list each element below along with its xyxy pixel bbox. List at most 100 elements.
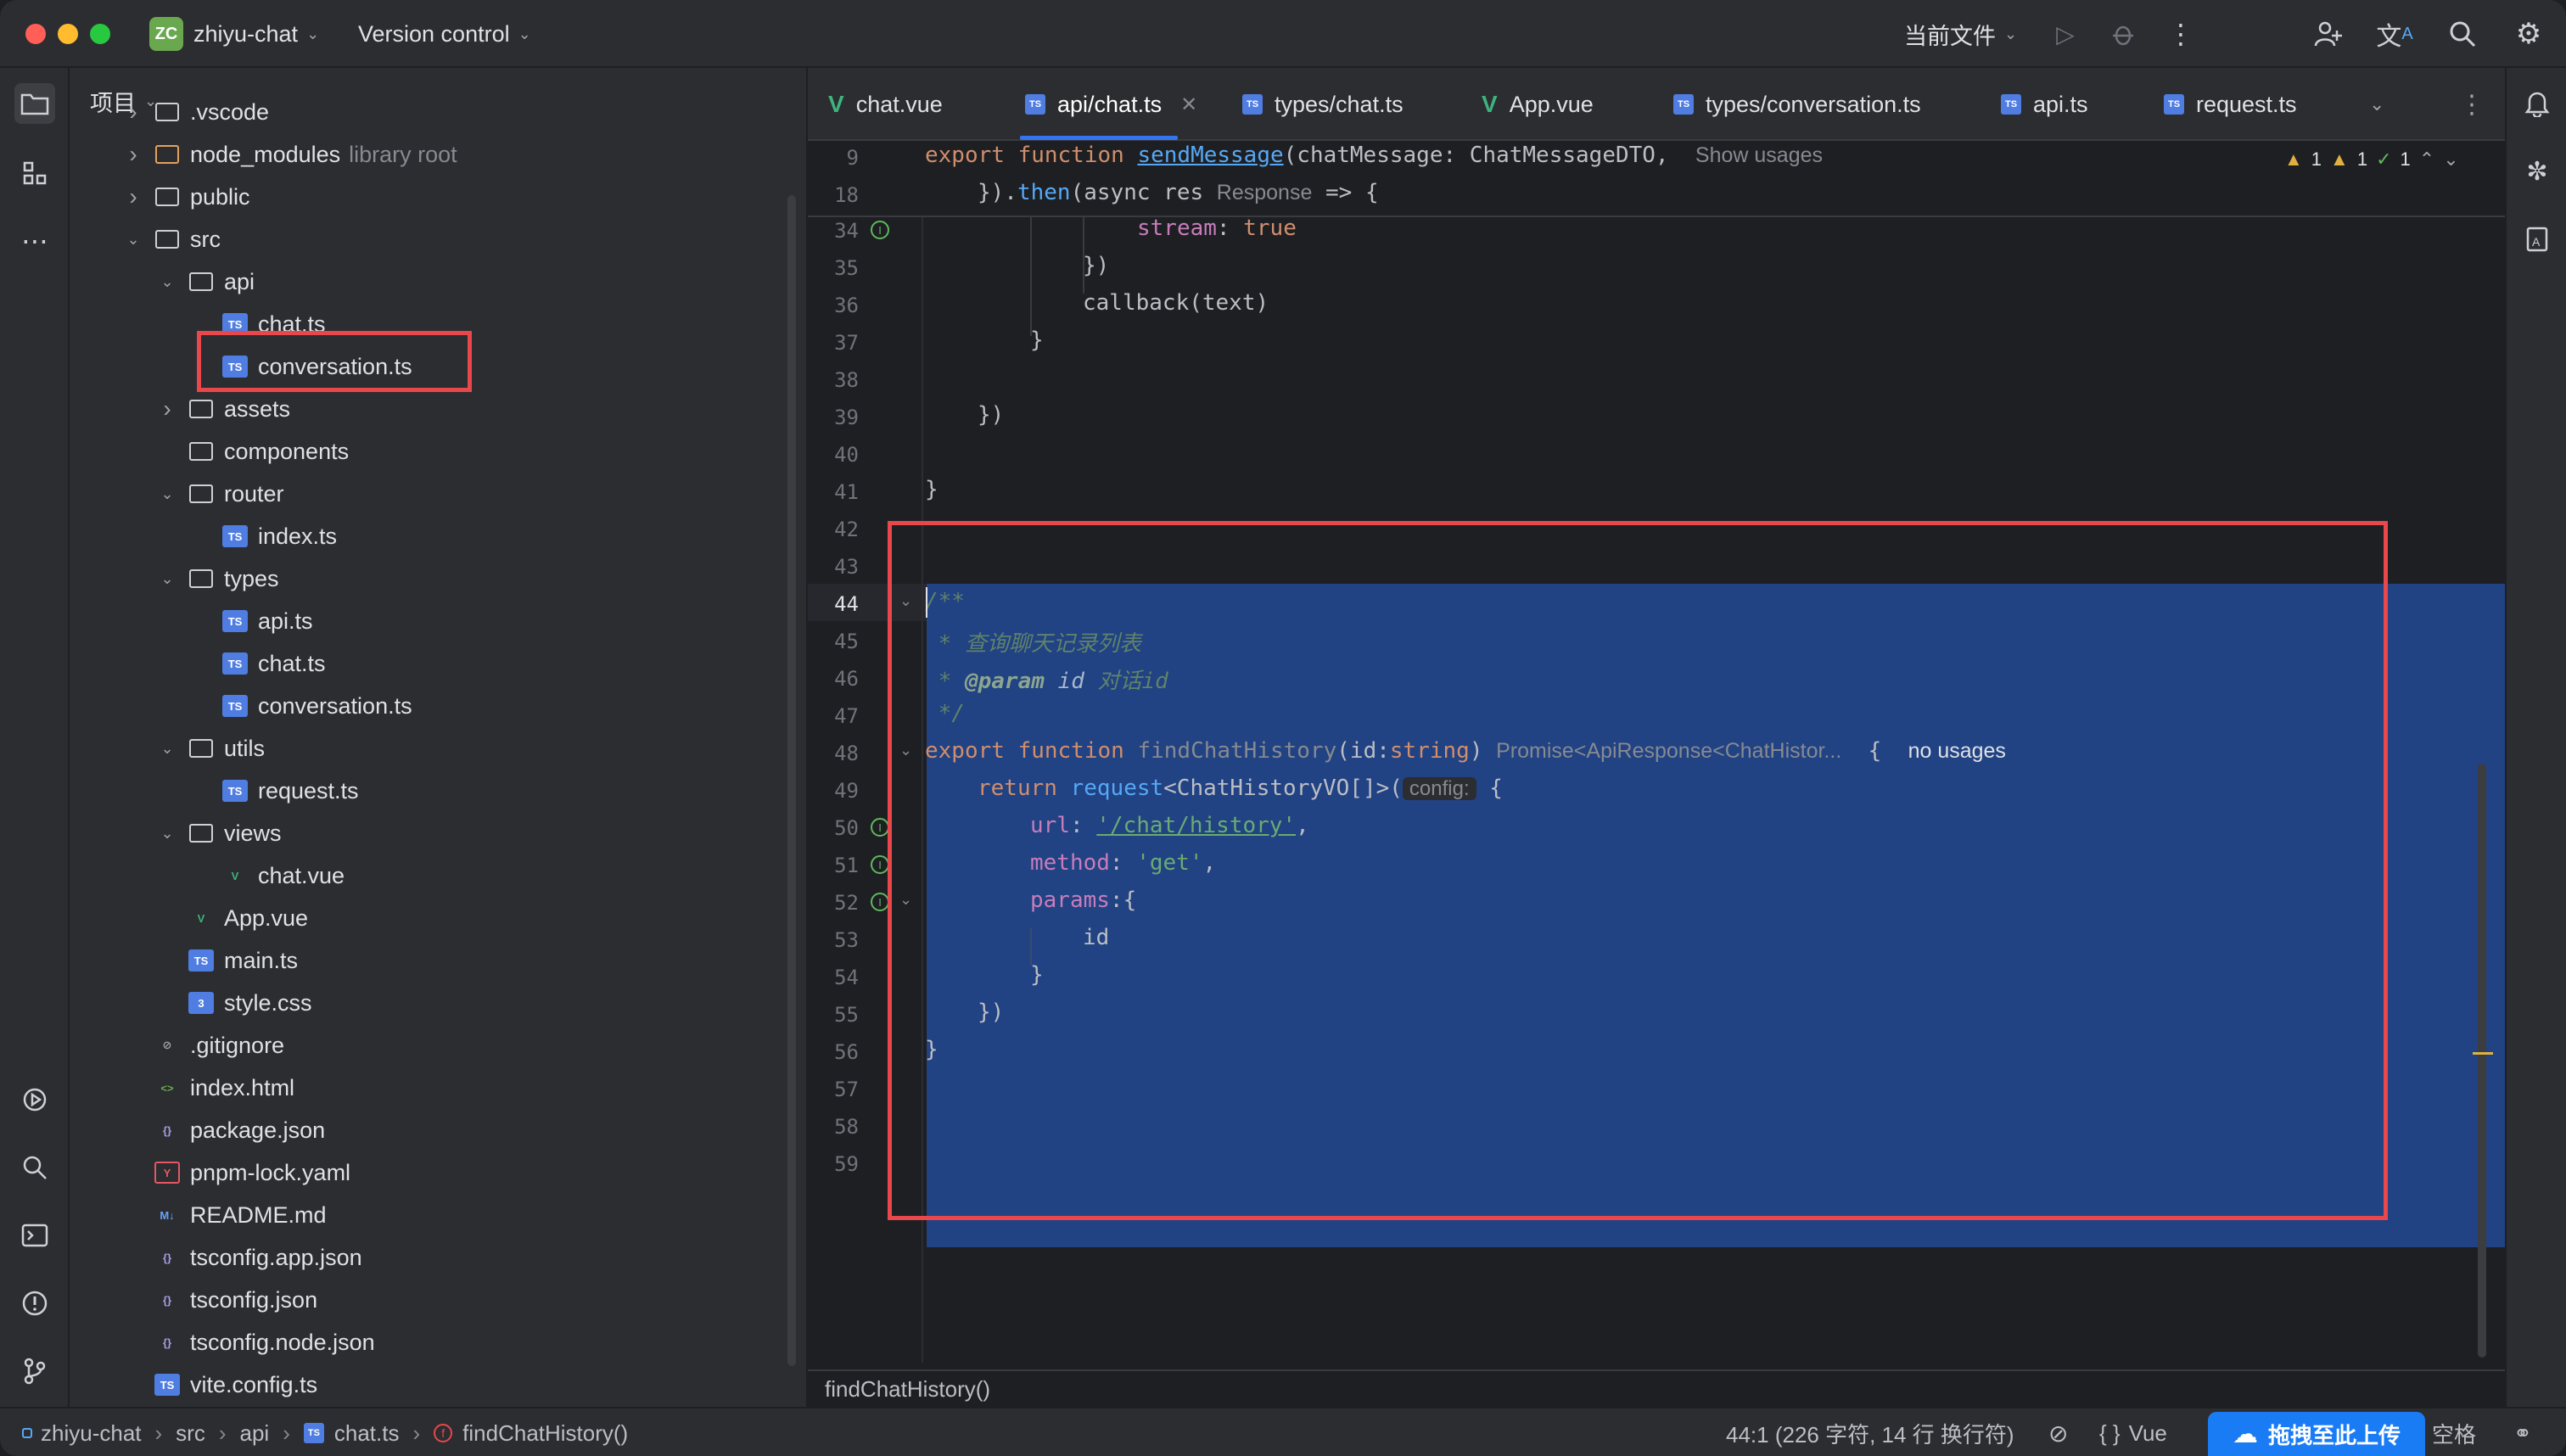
tab-chat-vue[interactable]: Vchat.vue [828, 68, 943, 141]
tree-item[interactable]: TS vite.config.ts [124, 1364, 317, 1405]
tree-item-label: assets [224, 395, 291, 422]
tab-api-chat-ts[interactable]: TS api/chat.ts ✕ [1025, 68, 1197, 141]
implementation-gutter-icon[interactable]: I [871, 221, 889, 239]
chevron-down-icon[interactable]: ⌄ [2443, 148, 2458, 171]
tree-item[interactable]: TS index.ts [192, 516, 337, 557]
tree-item[interactable]: {} tsconfig.app.json [124, 1237, 362, 1278]
tree-item[interactable]: Vchat.vue [192, 855, 345, 896]
cloud-icon: ☁ [2232, 1420, 2258, 1448]
json-file-icon: {} [162, 1293, 172, 1307]
tree-item-label: public [190, 183, 250, 210]
tree-item[interactable]: TS request.ts [192, 770, 359, 811]
implementation-gutter-icon[interactable]: I [871, 893, 889, 911]
no-inspections-icon[interactable]: ⊘ [2048, 1408, 2068, 1456]
ai-assistant-icon[interactable]: ✼ [2517, 151, 2558, 192]
chevron-right-icon[interactable]: › [124, 141, 143, 168]
zoom-window-button[interactable] [90, 24, 110, 44]
chevron-down-icon[interactable]: ⌄ [158, 570, 176, 588]
editor-scrollbar[interactable] [2478, 764, 2486, 1358]
tree-item[interactable]: › node_modules library root [73, 134, 811, 175]
inspection-widget[interactable]: ▲ 1 ▲ 1 ✓ 1 ⌃ ⌄ [2284, 143, 2459, 176]
translate-icon[interactable]: 文A [2376, 15, 2413, 53]
run-config-selector[interactable]: 当前文件 ⌄ [1904, 0, 2017, 68]
tab-request-ts[interactable]: TS request.ts [2164, 68, 2297, 141]
tree-item[interactable]: 3 style.css [158, 983, 312, 1023]
tree-item[interactable]: › assets [158, 389, 290, 429]
tab-types-conversation-ts[interactable]: TS types/conversation.ts [1673, 68, 1921, 141]
tree-item[interactable]: <> index.html [124, 1067, 294, 1108]
project-switcher[interactable]: ZC zhiyu-chat ⌄ [149, 0, 319, 68]
implementation-gutter-icon[interactable]: I [871, 818, 889, 837]
chevron-down-icon[interactable]: ⌄ [158, 273, 176, 291]
git-branch-icon[interactable] [14, 1351, 55, 1392]
chevron-down-icon[interactable]: ⌄ [158, 485, 176, 503]
project-folder-icon[interactable] [14, 83, 55, 124]
chevron-right-icon[interactable]: › [124, 98, 143, 126]
tree-item-label: .gitignore [190, 1032, 285, 1058]
tree-item[interactable]: › .vscode [124, 92, 269, 132]
tree-scrollbar[interactable] [787, 195, 796, 1366]
chevron-right-icon[interactable]: › [158, 395, 176, 423]
tab-types-chat-ts[interactable]: TS types/chat.ts [1242, 68, 1403, 141]
tree-item[interactable]: TS conversation.ts [192, 686, 412, 726]
search-icon[interactable] [2444, 15, 2481, 53]
version-control-menu[interactable]: Version control ⌄ [358, 0, 531, 68]
structure-icon[interactable] [14, 153, 55, 193]
notifications-icon[interactable] [2517, 83, 2558, 124]
project-badge: ZC [149, 17, 183, 51]
more-icon[interactable]: ⋮ [2162, 15, 2199, 53]
tree-item[interactable]: M↓ README.md [124, 1195, 326, 1235]
tree-item[interactable]: ⊘ .gitignore [124, 1025, 285, 1066]
tree-item[interactable]: {} tsconfig.json [124, 1280, 317, 1320]
tree-item[interactable]: ⌄ utils [158, 728, 265, 769]
json-file-icon: {} [162, 1123, 172, 1137]
indent-indicator[interactable]: 空格 [2432, 1408, 2476, 1456]
more-tools-icon[interactable]: ⋯ [14, 221, 55, 261]
implementation-gutter-icon[interactable]: I [871, 855, 889, 874]
debug-icon[interactable] [2104, 15, 2142, 53]
tree-item[interactable]: ⌄ views [158, 813, 282, 854]
tree-item[interactable]: TS api.ts [192, 601, 313, 641]
tab-more-icon[interactable]: ⋮ [2459, 68, 2485, 141]
tab-list-chevron-icon[interactable]: ⌄ [2369, 68, 2384, 141]
translation-panel-icon[interactable]: A [2517, 219, 2558, 260]
close-window-button[interactable] [25, 24, 46, 44]
find-icon[interactable] [14, 1147, 55, 1188]
problems-icon[interactable] [14, 1283, 55, 1324]
tree-item[interactable]: ⌄ types [158, 558, 278, 599]
status-path[interactable]: zhiyu-chat › src › api › TS chat.ts › f … [22, 1408, 628, 1456]
terminal-icon[interactable] [14, 1215, 55, 1256]
tab-app-vue[interactable]: V App.vue [1482, 68, 1594, 141]
tab-api-ts[interactable]: TS api.ts [2001, 68, 2088, 141]
vue-file-icon: V [197, 911, 205, 925]
upload-drop-button[interactable]: ☁ 拖拽至此上传 [2208, 1412, 2425, 1456]
editor-breadcrumb[interactable]: findChatHistory() [808, 1369, 2505, 1407]
tree-item[interactable]: Ypnpm-lock.yaml [124, 1152, 350, 1193]
add-user-icon[interactable] [2310, 15, 2347, 53]
lock-icon[interactable]: ⚭ [2513, 1408, 2532, 1456]
caret-position[interactable]: 44:1 (226 字符, 14 行 换行符) [1726, 1408, 2014, 1456]
services-icon[interactable] [14, 1079, 55, 1120]
tree-item[interactable]: › public [124, 176, 250, 217]
warning-stripe-marker[interactable] [2473, 1052, 2493, 1055]
language-indicator[interactable]: { } Vue [2099, 1408, 2167, 1456]
tree-item[interactable]: components [158, 431, 349, 472]
chevron-down-icon[interactable]: ⌄ [158, 740, 176, 758]
settings-icon[interactable]: ⚙ [2510, 15, 2547, 53]
tree-item[interactable]: ⌄ router [158, 473, 283, 514]
chevron-down-icon[interactable]: ⌄ [158, 825, 176, 843]
tree-item[interactable]: V App.vue [158, 898, 308, 938]
tree-item[interactable]: TS main.ts [158, 940, 298, 981]
chevron-right-icon[interactable]: › [124, 183, 143, 210]
minimize-window-button[interactable] [58, 24, 78, 44]
tree-item[interactable]: {} package.json [124, 1110, 325, 1151]
tree-item[interactable]: {} tsconfig.node.json [124, 1322, 375, 1363]
chevron-up-icon[interactable]: ⌃ [2419, 148, 2434, 171]
close-tab-icon[interactable]: ✕ [1180, 92, 1197, 117]
tree-item-label: views [224, 820, 282, 846]
tree-item[interactable]: ⌄ api [158, 261, 255, 302]
tree-item[interactable]: ⌄ src [124, 219, 221, 260]
run-icon[interactable]: ▷ [2047, 15, 2084, 53]
chevron-down-icon[interactable]: ⌄ [124, 231, 143, 249]
tree-item[interactable]: TS chat.ts [192, 643, 326, 684]
